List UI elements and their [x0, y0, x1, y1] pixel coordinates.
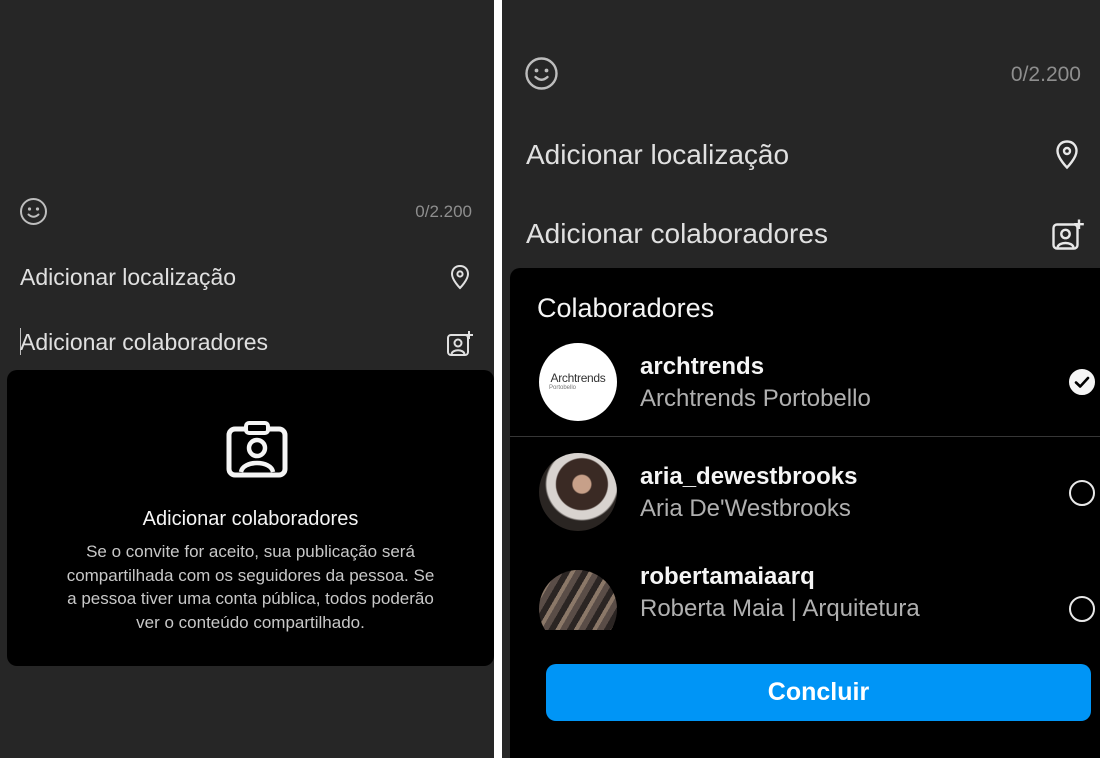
collaborator-full-name: Aria De'Westbrooks [640, 495, 851, 522]
right-screen: 0/2.200 Adicionar localização Adicionar … [502, 0, 1100, 758]
info-line: ver o conteúdo compartilhado. [136, 612, 365, 632]
location-pin-icon[interactable] [1055, 139, 1079, 170]
info-body: Se o convite for aceito, sua publicação … [7, 540, 494, 634]
avatar [539, 570, 617, 630]
info-title: Adicionar colaboradores [142, 508, 359, 530]
location-pin-icon[interactable] [450, 264, 470, 290]
add-person-icon[interactable] [446, 330, 474, 357]
collaborator-full-name: Archtrends Portobello [640, 385, 871, 412]
character-counter: 0/2.200 [415, 202, 472, 221]
unselected-radio[interactable] [1069, 480, 1095, 506]
sheet-title: Colaboradores [537, 293, 715, 323]
add-person-icon[interactable] [1051, 218, 1085, 251]
avatar: Archtrends Portobello [539, 343, 617, 421]
avatar [539, 453, 617, 531]
collaborator-row-archtrends[interactable]: Archtrends Portobello archtrends Archtre… [510, 338, 1100, 436]
collaborators-info-sheet: Adicionar colaboradores Se o convite for… [7, 370, 494, 666]
add-collaborators-label[interactable]: Adicionar colaboradores [20, 329, 268, 356]
collaborator-row-roberta[interactable]: robertamaiaarq Roberta Maia | Arquitetur… [510, 558, 1100, 630]
character-counter: 0/2.200 [1010, 63, 1081, 86]
collaborator-username: robertamaiaarq [640, 563, 815, 590]
collaborator-badge-icon [226, 420, 288, 478]
checkmark-icon [1074, 376, 1090, 388]
avatar-logo-sub: Portobello [549, 385, 577, 391]
collaborator-username: aria_dewestbrooks [640, 463, 858, 490]
smiley-icon[interactable] [19, 197, 48, 226]
selected-radio[interactable] [1069, 369, 1095, 395]
unselected-radio[interactable] [1069, 596, 1095, 622]
collaborators-sheet: Colaboradores Archtrends Portobello arch… [510, 268, 1100, 758]
info-line: Se o convite for aceito, sua publicação … [86, 542, 415, 561]
left-screen: 0/2.200 Adicionar localização Adicionar … [0, 0, 494, 758]
collaborator-row-aria[interactable]: aria_dewestbrooks Aria De'Westbrooks [510, 448, 1100, 546]
avatar-logo-text: Archtrends [550, 371, 606, 385]
collaborator-username: archtrends [640, 353, 765, 380]
info-line: compartilhada com os seguidores da pesso… [66, 565, 435, 585]
collaborator-full-name: Roberta Maia | Arquitetura [640, 595, 920, 622]
add-location-label[interactable]: Adicionar localização [526, 139, 789, 171]
add-location-label[interactable]: Adicionar localização [20, 264, 236, 291]
divider [510, 436, 1100, 437]
smiley-icon[interactable] [524, 56, 559, 91]
add-collaborators-label[interactable]: Adicionar colaboradores [526, 218, 828, 250]
info-line: a pessoa tiver uma conta pública, todos … [67, 589, 434, 608]
done-button[interactable]: Concluir [546, 664, 1091, 721]
